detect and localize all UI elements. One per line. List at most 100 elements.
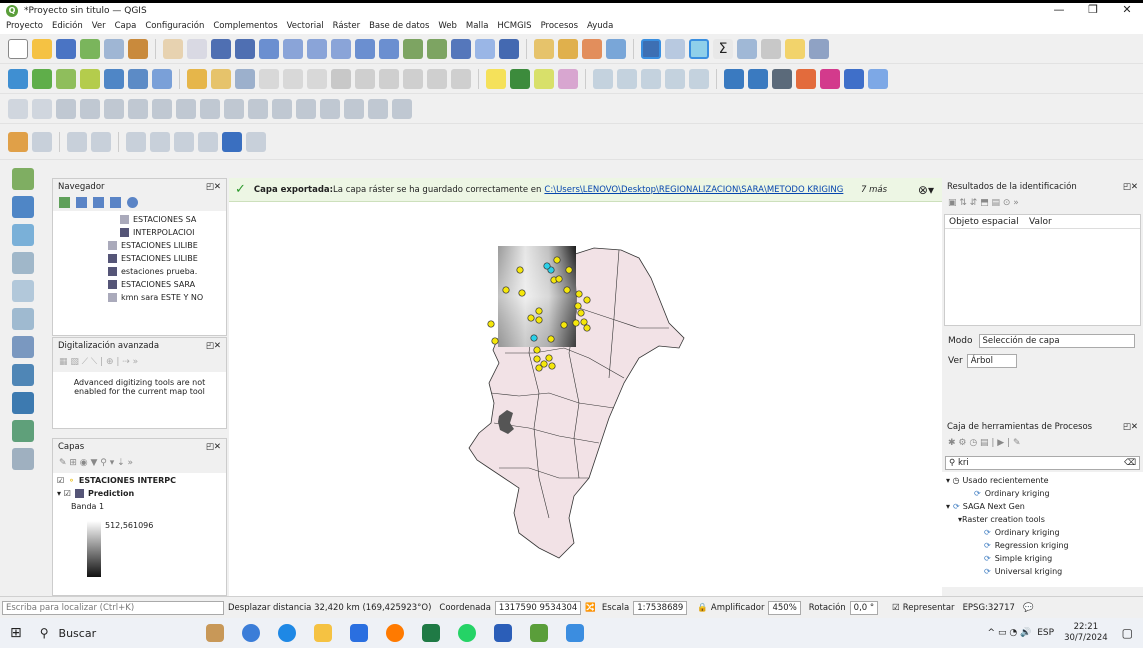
plugin-satellite-icon[interactable] <box>868 68 888 89</box>
tree-group[interactable]: ▾ Raster creation tools <box>946 513 1139 526</box>
add-postgis-icon[interactable] <box>12 308 34 330</box>
shape-ellipse-icon[interactable] <box>80 98 100 119</box>
menu-malla[interactable]: Malla <box>466 21 488 31</box>
plugin-python-icon[interactable] <box>772 68 792 89</box>
panel-close-icon[interactable]: ◰✕ <box>1123 422 1138 432</box>
redo-icon[interactable] <box>451 68 471 89</box>
grid-icon[interactable] <box>126 131 146 152</box>
pan-icon[interactable] <box>163 38 183 59</box>
layer-row[interactable]: ▾ ☑ Prediction <box>57 487 222 500</box>
add-wcs-icon[interactable] <box>12 420 34 442</box>
node-icon[interactable] <box>150 131 170 152</box>
toggle-editing-icon[interactable] <box>187 68 207 89</box>
deselect-icon[interactable] <box>582 38 602 59</box>
tool-item[interactable]: ⟳ Ordinary kriging <box>946 526 1139 539</box>
nav-item[interactable]: ESTACIONES SA <box>108 213 226 226</box>
layout-manager-icon[interactable] <box>104 38 124 59</box>
tool-item[interactable]: ⟳ Ordinary kriging <box>946 487 1139 500</box>
identify-features-icon[interactable] <box>641 38 661 59</box>
new-bookmark-icon[interactable] <box>403 38 423 59</box>
reshape-icon[interactable] <box>176 98 196 119</box>
add-geopackage-icon[interactable] <box>128 68 148 89</box>
panel-close-icon[interactable]: ◰✕ <box>206 442 221 452</box>
split-features-icon[interactable] <box>200 98 220 119</box>
refresh-icon[interactable] <box>499 38 519 59</box>
windows-start-icon[interactable]: ⊞ <box>10 625 22 641</box>
menu-proyecto[interactable]: Proyecto <box>6 21 43 31</box>
delete-part-icon[interactable] <box>392 98 412 119</box>
diagram-icon-2[interactable] <box>617 68 637 89</box>
clock-icon[interactable] <box>475 38 495 59</box>
qgis-taskbar-icon[interactable] <box>530 624 549 642</box>
add-vector-tile-icon[interactable] <box>12 448 34 470</box>
nav-item[interactable]: estaciones prueba. <box>108 265 226 278</box>
pan-arrows-icon[interactable] <box>67 131 87 152</box>
add-wms-icon[interactable] <box>152 68 172 89</box>
language-indicator[interactable]: ESP <box>1037 628 1054 638</box>
excel-icon[interactable] <box>422 624 441 642</box>
add-delimited-text-icon[interactable] <box>104 68 124 89</box>
scatter-icon[interactable] <box>174 131 194 152</box>
nav-item[interactable]: ESTACIONES LILIBE <box>108 252 226 265</box>
filter-icon[interactable] <box>93 197 104 208</box>
nav-item[interactable]: kmn sara ESTE Y NO <box>108 291 226 304</box>
taskbar-search[interactable]: Buscar <box>59 627 97 640</box>
zoom-layer-icon[interactable] <box>307 38 327 59</box>
add-wfs-icon[interactable] <box>12 392 34 414</box>
map-canvas[interactable] <box>229 178 942 596</box>
fill-ring-icon[interactable] <box>344 98 364 119</box>
scale-field[interactable]: 1:7538689 <box>633 600 688 615</box>
add-wms-left-icon[interactable] <box>12 364 34 386</box>
diagram-icon-3[interactable] <box>641 68 661 89</box>
menu-procesos[interactable]: Procesos <box>541 21 578 31</box>
simplify-icon[interactable] <box>296 98 316 119</box>
vertex-tool-icon[interactable] <box>283 68 303 89</box>
nav-item[interactable]: INTERPOLACIOI <box>108 226 226 239</box>
select-by-value-icon[interactable] <box>558 38 578 59</box>
word-icon[interactable] <box>494 624 513 642</box>
search-icon[interactable]: ⚲ <box>40 626 49 640</box>
label-abc-icon[interactable] <box>558 68 578 89</box>
plugin-globe-icon[interactable] <box>724 68 744 89</box>
zoom-native-icon[interactable] <box>331 38 351 59</box>
clock[interactable]: 22:21 30/7/2024 <box>1064 622 1108 644</box>
pan-to-selection-icon[interactable] <box>187 38 207 59</box>
help-icon[interactable] <box>844 68 864 89</box>
zoom-next-icon[interactable] <box>379 38 399 59</box>
new-project-icon[interactable] <box>8 38 28 59</box>
maximize-button[interactable]: ❐ <box>1079 3 1107 16</box>
diagram-icon-5[interactable] <box>689 68 709 89</box>
delete-ring-icon[interactable] <box>368 98 388 119</box>
photos-icon[interactable] <box>566 624 585 642</box>
temporal-controller-icon[interactable] <box>451 38 471 59</box>
data-source-manager-icon[interactable] <box>8 68 28 89</box>
layer-row[interactable]: ☑ ⚬ ESTACIONES INTERPC <box>57 474 222 487</box>
crosshair-icon[interactable] <box>91 131 111 152</box>
attribute-table-icon[interactable] <box>665 38 685 59</box>
close-button[interactable]: ✕ <box>1113 3 1141 16</box>
plugin-bullseye-icon[interactable] <box>796 68 816 89</box>
add-virtual-icon[interactable] <box>12 336 34 358</box>
lock-icon[interactable]: 🔒 <box>697 603 708 613</box>
shape-polygon-icon[interactable] <box>128 98 148 119</box>
messages-icon[interactable]: 💬 <box>1023 603 1034 613</box>
line-tool-icon[interactable] <box>198 131 218 152</box>
zoom-last-icon[interactable] <box>355 38 375 59</box>
add-raster-icon[interactable] <box>12 196 34 218</box>
label-show-hide-icon[interactable] <box>534 68 554 89</box>
tool-item[interactable]: ⟳ Universal kriging <box>946 565 1139 578</box>
message-close-icon[interactable]: ⊗▾ <box>918 183 934 197</box>
tree-recent[interactable]: ▾ ◷ Usado recientemente <box>946 474 1139 487</box>
chrome-icon[interactable] <box>242 624 261 642</box>
move-selection-icon[interactable] <box>606 38 626 59</box>
search-layer-icon[interactable] <box>809 38 829 59</box>
menu-ayuda[interactable]: Ayuda <box>587 21 613 31</box>
panel-close-icon[interactable]: ◰✕ <box>206 182 221 192</box>
shape-circle-icon[interactable] <box>56 98 76 119</box>
file-explorer-icon[interactable] <box>314 624 333 642</box>
mode-select[interactable]: Selección de capa <box>978 334 1135 348</box>
undo-icon[interactable] <box>427 68 447 89</box>
nav-item[interactable]: ESTACIONES LILIBE <box>108 239 226 252</box>
whatsapp-icon[interactable] <box>458 624 477 642</box>
add-mesh-layer-icon[interactable] <box>80 68 100 89</box>
